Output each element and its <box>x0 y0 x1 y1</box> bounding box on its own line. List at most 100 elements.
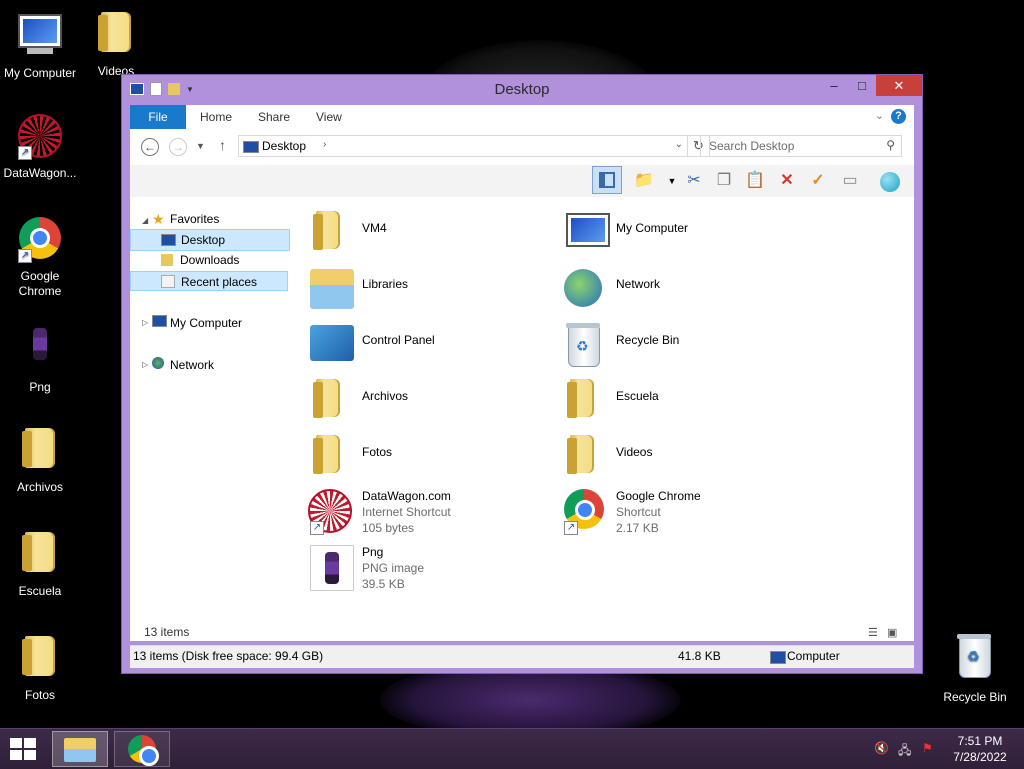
list-item[interactable]: ↗ DataWagon.com Internet Shortcut 105 by… <box>308 485 548 535</box>
item-name: Recycle Bin <box>616 333 680 347</box>
item-name: Escuela <box>616 389 659 403</box>
nav-item-favorites[interactable]: Favorites <box>170 209 219 229</box>
desktop-icon-escuela[interactable]: Escuela <box>0 528 80 599</box>
desktop-icon-png[interactable]: Png <box>0 320 80 395</box>
nav-item-label: Desktop <box>181 233 226 247</box>
address-path[interactable]: Desktop <box>262 139 306 153</box>
tab-view[interactable]: View <box>302 105 356 129</box>
datawagon-logo-icon: ↗ <box>308 487 356 535</box>
layout-pane-button[interactable] <box>592 166 622 194</box>
chevron-down-icon[interactable]: ⌄ <box>875 109 884 122</box>
start-button[interactable] <box>10 738 38 760</box>
desktop-icon-my-computer[interactable]: My Computer <box>0 8 80 81</box>
folder-icon <box>308 375 356 423</box>
up-button[interactable]: ↑ <box>219 137 226 153</box>
tab-file[interactable]: File <box>130 105 186 129</box>
item-name: Network <box>616 277 661 291</box>
list-item[interactable]: My Computer <box>562 205 802 255</box>
rename-icon[interactable]: ▭ <box>838 169 862 193</box>
globe-icon[interactable] <box>878 169 902 193</box>
network-status-icon[interactable]: 🖧 <box>898 741 911 762</box>
item-name: Google Chrome <box>616 489 701 503</box>
shortcut-arrow-icon: ↗ <box>18 146 32 160</box>
list-item[interactable]: Videos <box>562 429 802 479</box>
taskbar-file-explorer[interactable] <box>52 731 108 767</box>
explorer-window: ▼ Desktop – □ ✕ File Home Share View ⌄ ?… <box>122 75 922 673</box>
check-icon[interactable]: ✓ <box>806 169 830 193</box>
system-clock[interactable]: 7:51 PM 7/28/2022 <box>940 733 1020 765</box>
folder-options-icon[interactable]: 📁 <box>632 169 656 193</box>
nav-item-network[interactable]: Network <box>170 355 214 375</box>
list-item[interactable]: Network <box>562 261 802 311</box>
control-panel-icon <box>308 319 356 367</box>
list-item[interactable]: Control Panel <box>308 317 548 367</box>
item-name: Png <box>362 545 384 559</box>
list-item[interactable]: Recycle Bin <box>562 317 802 367</box>
help-icon[interactable]: ? <box>891 109 906 124</box>
item-name: VM4 <box>362 221 387 235</box>
navigation-pane: ◢ ★ Favorites Desktop Downloads Recent p… <box>130 197 290 641</box>
item-name: My Computer <box>616 221 689 235</box>
forward-button[interactable]: → <box>169 138 187 156</box>
list-item[interactable]: Archivos <box>308 373 548 423</box>
folder-icon <box>16 636 64 684</box>
chevron-down-icon[interactable]: ▼ <box>660 169 684 193</box>
tab-home[interactable]: Home <box>186 105 246 129</box>
desktop-icon-videos[interactable]: Videos <box>76 8 156 79</box>
title-bar[interactable]: ▼ Desktop – □ ✕ <box>122 75 922 105</box>
desktop-icon-label: Png <box>29 380 51 394</box>
search-icon[interactable]: ⚲ <box>886 138 895 152</box>
cut-icon[interactable]: ✂ <box>682 169 706 193</box>
desktop-icon-fotos[interactable]: Fotos <box>0 632 80 703</box>
recycle-bin-icon <box>562 319 610 367</box>
nav-item-my-computer[interactable]: My Computer <box>170 313 242 333</box>
copy-icon[interactable]: ❐ <box>712 169 736 193</box>
list-item[interactable]: Fotos <box>308 429 548 479</box>
chevron-right-icon[interactable]: › <box>323 139 326 150</box>
expand-arrow-icon[interactable]: ◢ <box>142 216 148 225</box>
nav-item-recent-places[interactable]: Recent places <box>130 271 288 291</box>
item-name: DataWagon.com <box>362 489 451 503</box>
close-button[interactable]: ✕ <box>876 75 922 96</box>
chevron-down-icon[interactable]: ⌄ <box>675 139 683 150</box>
details-view-icon[interactable]: ☰ <box>868 627 878 639</box>
nav-item-downloads[interactable]: Downloads <box>130 250 288 270</box>
volume-muted-icon[interactable]: 🔇 <box>874 741 889 755</box>
tab-share[interactable]: Share <box>244 105 304 129</box>
nav-item-desktop[interactable]: Desktop <box>130 229 290 251</box>
nav-item-label: Recent places <box>181 275 258 289</box>
maximize-button[interactable]: □ <box>848 75 876 96</box>
file-list: VM4 My Computer Libraries Network Contro… <box>302 197 914 637</box>
list-item[interactable]: ↗ Google Chrome Shortcut 2.17 KB <box>562 485 802 535</box>
expand-arrow-icon[interactable]: ▷ <box>142 360 148 369</box>
delete-icon[interactable]: ✕ <box>775 169 799 193</box>
item-name: Control Panel <box>362 333 435 347</box>
list-item[interactable]: VM4 <box>308 205 548 255</box>
address-bar[interactable]: Desktop › ⌄ <box>238 135 688 157</box>
large-icons-view-icon[interactable]: ▣ <box>887 627 897 639</box>
item-name: Fotos <box>362 445 393 459</box>
action-center-icon[interactable]: ⚑ <box>922 741 933 755</box>
list-item[interactable]: Escuela <box>562 373 802 423</box>
item-name: Libraries <box>362 277 409 291</box>
desktop-icon-datawagon[interactable]: ↗ DataWagon... <box>0 112 80 181</box>
list-item[interactable]: Libraries <box>308 261 548 311</box>
taskbar-google-chrome[interactable] <box>114 731 170 767</box>
minimize-button[interactable]: – <box>820 75 848 96</box>
search-input[interactable]: Search Desktop ⚲ <box>700 135 902 157</box>
recent-places-icon <box>161 275 175 288</box>
back-button[interactable]: ← <box>141 138 159 156</box>
window-title: Desktop <box>494 81 550 98</box>
item-size: 105 bytes <box>362 521 415 535</box>
recent-locations-icon[interactable]: ▼ <box>196 141 205 151</box>
desktop-icon-archivos[interactable]: Archivos <box>0 424 80 495</box>
desktop-icon-google-chrome[interactable]: ↗ Google Chrome <box>0 214 80 299</box>
item-type: Internet Shortcut <box>362 505 451 519</box>
command-toolbar: 📁 ▼ ✂ ❐ 📋 ✕ ✓ ▭ <box>130 165 914 197</box>
folder-icon <box>308 431 356 479</box>
desktop-icon-recycle-bin[interactable]: Recycle Bin <box>935 632 1015 705</box>
paste-icon[interactable]: 📋 <box>743 169 767 193</box>
item-type: PNG image <box>362 561 425 575</box>
expand-arrow-icon[interactable]: ▷ <box>142 318 148 327</box>
list-item[interactable]: Png PNG image 39.5 KB <box>308 541 548 591</box>
